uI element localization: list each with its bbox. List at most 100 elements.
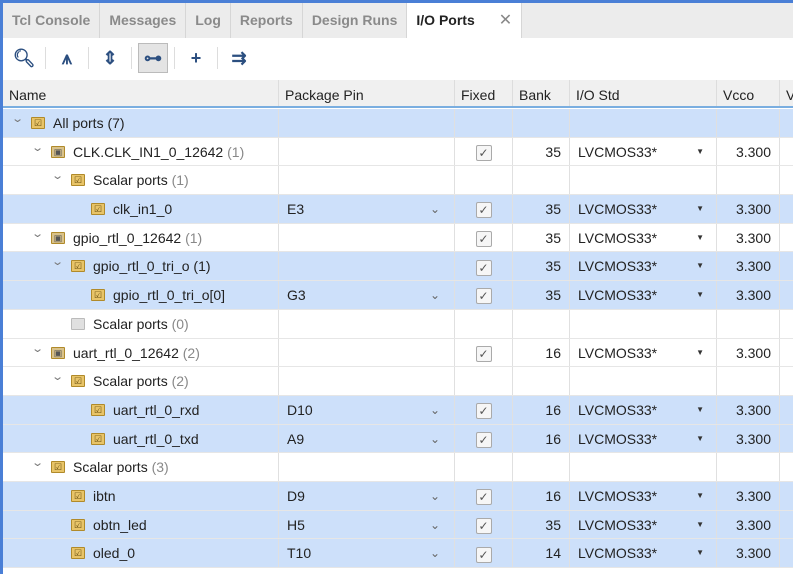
io-std-cell[interactable]: LVCMOS33* ▼: [570, 481, 717, 510]
chevron-down-icon[interactable]: ⌄: [430, 482, 440, 510]
dropdown-arrow-icon[interactable]: ▼: [696, 281, 704, 309]
chevron-down-icon[interactable]: ⌄: [31, 220, 44, 248]
table-row[interactable]: ☑ ibtn D9 ⌄ ✓ 16 LVCMOS33* ▼ 3.300: [3, 481, 793, 511]
column-header-fixed[interactable]: Fixed: [455, 80, 513, 106]
dropdown-arrow-icon[interactable]: ▼: [696, 482, 704, 510]
io-std-cell[interactable]: LVCMOS33* ▼: [570, 539, 717, 567]
column-header-package-pin[interactable]: Package Pin: [279, 80, 455, 106]
package-pin-value: G3: [287, 287, 306, 304]
package-pin-cell[interactable]: E3 ⌄: [279, 195, 455, 223]
fixed-checkbox[interactable]: ✓: [475, 489, 492, 506]
chevron-down-icon[interactable]: ⌄: [430, 195, 440, 223]
dropdown-arrow-icon[interactable]: ▼: [696, 252, 704, 280]
column-header-v[interactable]: V: [780, 80, 793, 106]
table-row[interactable]: ⌄ ☑ Scalar ports (3): [3, 453, 793, 482]
chevron-down-icon[interactable]: ⌄: [430, 539, 440, 567]
table-row[interactable]: ☑ uart_rtl_0_rxd D10 ⌄ ✓ 16 LVCMOS33* ▼ 3.300: [3, 395, 793, 425]
fixed-checkbox[interactable]: ✓: [475, 259, 492, 276]
chevron-down-icon[interactable]: ⌄: [430, 396, 440, 424]
auto-assign-button[interactable]: ⇉: [224, 43, 254, 73]
fixed-checkbox[interactable]: ✓: [475, 546, 492, 563]
io-std-cell[interactable]: LVCMOS33* ▼: [570, 195, 717, 223]
chevron-down-icon[interactable]: ⌄: [430, 425, 440, 453]
tab-i-o-ports[interactable]: I/O Ports ✕: [407, 3, 523, 38]
table-row[interactable]: Scalar ports (0): [3, 309, 793, 339]
fixed-checkbox[interactable]: ✓: [475, 288, 492, 305]
dropdown-arrow-icon[interactable]: ▼: [696, 195, 704, 223]
chevron-down-icon[interactable]: ⌄: [31, 134, 44, 162]
column-header-vcco[interactable]: Vcco: [717, 80, 780, 106]
fixed-checkbox[interactable]: ✓: [475, 231, 492, 248]
table-row[interactable]: ⌄ ▣ CLK.CLK_IN1_0_12642 (1) ✓ 35 LVCMOS33* ▼ 3.…: [3, 137, 793, 167]
package-pin-cell[interactable]: A9 ⌄: [279, 424, 455, 453]
io-std-cell[interactable]: LVCMOS33* ▼: [570, 223, 717, 252]
table-row[interactable]: ☑ oled_0 T10 ⌄ ✓ 14 LVCMOS33* ▼ 3.300: [3, 539, 793, 568]
io-std-cell[interactable]: LVCMOS33* ▼: [570, 510, 717, 539]
dropdown-arrow-icon[interactable]: ▼: [696, 511, 704, 539]
tab-log[interactable]: Log: [186, 3, 231, 38]
tab-reports[interactable]: Reports: [231, 3, 303, 38]
io-std-cell[interactable]: LVCMOS33* ▼: [570, 395, 717, 424]
dropdown-arrow-icon[interactable]: ▼: [696, 396, 704, 424]
package-pin-cell[interactable]: D10 ⌄: [279, 395, 455, 424]
chevron-down-icon[interactable]: ⌄: [51, 363, 64, 391]
chevron-down-icon[interactable]: ⌄: [51, 248, 64, 276]
table-row[interactable]: ⌄ ▣ gpio_rtl_0_12642 (1) ✓ 35 LVCMOS33* ▼ 3.300: [3, 223, 793, 253]
column-header-name[interactable]: Name: [3, 80, 279, 106]
tab-label: Log: [195, 12, 221, 28]
dropdown-arrow-icon[interactable]: ▼: [696, 138, 704, 166]
package-pin-cell[interactable]: T10 ⌄: [279, 539, 455, 567]
tab-messages[interactable]: Messages: [100, 3, 187, 38]
dropdown-arrow-icon[interactable]: ▼: [696, 425, 704, 453]
io-std-cell[interactable]: LVCMOS33* ▼: [570, 338, 717, 367]
table-row[interactable]: ⌄ ▣ uart_rtl_0_12642 (2) ✓ 16 LVCMOS33* ▼ 3.300: [3, 338, 793, 368]
io-std-cell: [570, 166, 717, 195]
chevron-down-icon[interactable]: ⌄: [430, 511, 440, 539]
io-std-cell[interactable]: LVCMOS33* ▼: [570, 252, 717, 281]
name-cell: ⌄ ☑ Scalar ports (3): [3, 453, 279, 481]
table-row[interactable]: ⌄ ☑ Scalar ports (1): [3, 166, 793, 196]
table-row[interactable]: ⌄ ☑ All ports (7): [3, 109, 793, 138]
table-row[interactable]: ☑ obtn_led H5 ⌄ ✓ 35 LVCMOS33* ▼ 3.300: [3, 510, 793, 540]
package-pin-cell[interactable]: H5 ⌄: [279, 510, 455, 539]
table-row[interactable]: ☑ clk_in1_0 E3 ⌄ ✓ 35 LVCMOS33* ▼ 3.300: [3, 195, 793, 224]
io-std-cell[interactable]: LVCMOS33* ▼: [570, 424, 717, 453]
add-button[interactable]: +: [181, 43, 211, 73]
io-std-cell[interactable]: LVCMOS33* ▼: [570, 137, 717, 166]
fixed-checkbox[interactable]: ✓: [475, 144, 492, 161]
table-row[interactable]: ⌄ ☑ Scalar ports (2): [3, 367, 793, 396]
port-name: obtn_led: [93, 511, 147, 539]
io-std-cell: [570, 453, 717, 481]
collapse-all-button[interactable]: ⩚: [52, 43, 82, 73]
chevron-down-icon[interactable]: ⌄: [31, 449, 44, 477]
close-icon[interactable]: ✕: [499, 12, 512, 29]
chevron-down-icon[interactable]: ⌄: [51, 162, 64, 190]
search-button[interactable]: 🔍︎: [9, 43, 39, 73]
vcco-cell: 3.300: [717, 539, 780, 567]
tab-design-runs[interactable]: Design Runs: [303, 3, 408, 38]
package-pin-cell: [279, 223, 455, 252]
column-header-io-std[interactable]: I/O Std: [570, 80, 717, 106]
table-row[interactable]: ☑ gpio_rtl_0_tri_o[0] G3 ⌄ ✓ 35 LVCMOS33* ▼ 3.30…: [3, 281, 793, 310]
dropdown-arrow-icon[interactable]: ▼: [696, 339, 704, 367]
fixed-checkbox[interactable]: ✓: [475, 403, 492, 420]
expand-all-button[interactable]: ⇕: [95, 43, 125, 73]
io-std-value: LVCMOS33*: [578, 545, 658, 562]
column-header-bank[interactable]: Bank: [513, 80, 570, 106]
fixed-checkbox[interactable]: ✓: [475, 517, 492, 534]
chevron-down-icon[interactable]: ⌄: [430, 281, 440, 309]
chevron-down-icon[interactable]: ⌄: [31, 335, 44, 363]
package-pin-cell[interactable]: G3 ⌄: [279, 281, 455, 309]
dropdown-arrow-icon[interactable]: ▼: [696, 539, 704, 567]
chevron-down-icon[interactable]: ⌄: [11, 105, 24, 133]
table-row[interactable]: ⌄ ☑ gpio_rtl_0_tri_o (1) ✓ 35 LVCMOS33* ▼ 3.300: [3, 252, 793, 282]
fixed-checkbox[interactable]: ✓: [475, 202, 492, 219]
fixed-checkbox[interactable]: ✓: [475, 431, 492, 448]
group-by-interface-button[interactable]: ⊶: [138, 43, 168, 73]
fixed-checkbox[interactable]: ✓: [475, 345, 492, 362]
tab-tcl-console[interactable]: Tcl Console: [3, 3, 101, 38]
table-row[interactable]: ☑ uart_rtl_0_txd A9 ⌄ ✓ 16 LVCMOS33* ▼ 3.300: [3, 424, 793, 454]
package-pin-cell[interactable]: D9 ⌄: [279, 481, 455, 510]
io-std-cell[interactable]: LVCMOS33* ▼: [570, 281, 717, 309]
dropdown-arrow-icon[interactable]: ▼: [696, 224, 704, 252]
